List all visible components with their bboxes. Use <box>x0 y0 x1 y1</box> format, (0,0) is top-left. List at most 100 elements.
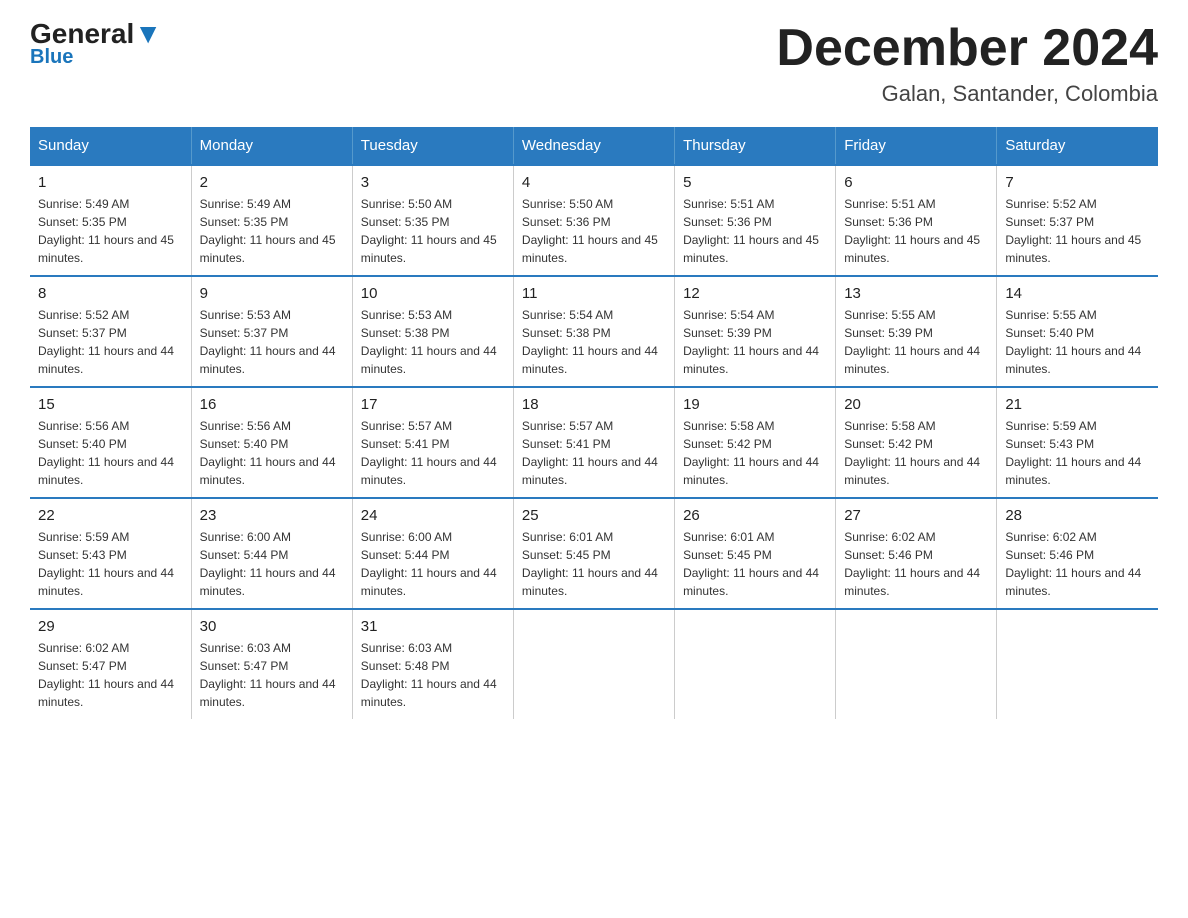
calendar-week-row: 29 Sunrise: 6:02 AMSunset: 5:47 PMDayligh… <box>30 609 1158 719</box>
table-row: 11 Sunrise: 5:54 AMSunset: 5:38 PMDayligh… <box>513 276 674 387</box>
day-number: 15 <box>38 396 183 413</box>
day-number: 22 <box>38 507 183 524</box>
day-info: Sunrise: 5:57 AMSunset: 5:41 PMDaylight:… <box>522 417 666 489</box>
day-number: 11 <box>522 285 666 302</box>
table-row: 14 Sunrise: 5:55 AMSunset: 5:40 PMDayligh… <box>997 276 1158 387</box>
table-row: 26Sunrise: 6:01 AMSunset: 5:45 PMDayligh… <box>675 498 836 609</box>
day-number: 9 <box>200 285 344 302</box>
logo-triangle-icon: ▼ <box>134 18 162 49</box>
day-number: 25 <box>522 507 666 524</box>
day-number: 19 <box>683 396 827 413</box>
table-row: 28 Sunrise: 6:02 AMSunset: 5:46 PMDayligh… <box>997 498 1158 609</box>
table-row: 24 Sunrise: 6:00 AMSunset: 5:44 PMDayligh… <box>352 498 513 609</box>
day-info: Sunrise: 5:54 AMSunset: 5:39 PMDaylight:… <box>683 306 827 378</box>
day-info: Sunrise: 5:49 AMSunset: 5:35 PMDaylight:… <box>200 195 344 267</box>
day-info: Sunrise: 5:55 AMSunset: 5:40 PMDaylight:… <box>1005 306 1150 378</box>
table-row: 8 Sunrise: 5:52 AMSunset: 5:37 PMDaylight… <box>30 276 191 387</box>
table-row: 2Sunrise: 5:49 AMSunset: 5:35 PMDaylight… <box>191 165 352 276</box>
calendar-week-row: 15 Sunrise: 5:56 AMSunset: 5:40 PMDayligh… <box>30 387 1158 498</box>
calendar-location: Galan, Santander, Colombia <box>776 81 1158 107</box>
day-number: 28 <box>1005 507 1150 524</box>
day-number: 23 <box>200 507 344 524</box>
day-info: Sunrise: 5:53 AMSunset: 5:37 PMDaylight:… <box>200 306 344 378</box>
day-info: Sunrise: 5:52 AMSunset: 5:37 PMDaylight:… <box>1005 195 1150 267</box>
day-number: 10 <box>361 285 505 302</box>
day-info: Sunrise: 5:49 AMSunset: 5:35 PMDaylight:… <box>38 195 183 267</box>
table-row: 20 Sunrise: 5:58 AMSunset: 5:42 PMDayligh… <box>836 387 997 498</box>
calendar-table: Sunday Monday Tuesday Wednesday Thursday… <box>30 127 1158 719</box>
day-info: Sunrise: 5:53 AMSunset: 5:38 PMDaylight:… <box>361 306 505 378</box>
day-info: Sunrise: 6:02 AMSunset: 5:46 PMDaylight:… <box>1005 528 1150 600</box>
calendar-title: December 2024 <box>776 20 1158 77</box>
title-block: December 2024 Galan, Santander, Colombia <box>776 20 1158 107</box>
day-info: Sunrise: 5:56 AMSunset: 5:40 PMDaylight:… <box>200 417 344 489</box>
table-row <box>836 609 997 719</box>
day-number: 29 <box>38 618 183 635</box>
day-info: Sunrise: 5:59 AMSunset: 5:43 PMDaylight:… <box>1005 417 1150 489</box>
day-info: Sunrise: 5:55 AMSunset: 5:39 PMDaylight:… <box>844 306 988 378</box>
calendar-week-row: 22 Sunrise: 5:59 AMSunset: 5:43 PMDayligh… <box>30 498 1158 609</box>
day-number: 8 <box>38 285 183 302</box>
col-wednesday: Wednesday <box>513 127 674 165</box>
table-row: 6 Sunrise: 5:51 AMSunset: 5:36 PMDaylight… <box>836 165 997 276</box>
table-row: 27 Sunrise: 6:02 AMSunset: 5:46 PMDayligh… <box>836 498 997 609</box>
day-info: Sunrise: 5:59 AMSunset: 5:43 PMDaylight:… <box>38 528 183 600</box>
table-row <box>997 609 1158 719</box>
day-number: 20 <box>844 396 988 413</box>
day-info: Sunrise: 6:02 AMSunset: 5:47 PMDaylight:… <box>38 639 183 711</box>
table-row: 7Sunrise: 5:52 AMSunset: 5:37 PMDaylight… <box>997 165 1158 276</box>
day-number: 17 <box>361 396 505 413</box>
day-info: Sunrise: 6:01 AMSunset: 5:45 PMDaylight:… <box>683 528 827 600</box>
calendar-week-row: 8 Sunrise: 5:52 AMSunset: 5:37 PMDaylight… <box>30 276 1158 387</box>
day-info: Sunrise: 5:50 AMSunset: 5:36 PMDaylight:… <box>522 195 666 267</box>
day-info: Sunrise: 5:56 AMSunset: 5:40 PMDaylight:… <box>38 417 183 489</box>
day-number: 27 <box>844 507 988 524</box>
day-number: 24 <box>361 507 505 524</box>
table-row: 29 Sunrise: 6:02 AMSunset: 5:47 PMDayligh… <box>30 609 191 719</box>
table-row: 4 Sunrise: 5:50 AMSunset: 5:36 PMDaylight… <box>513 165 674 276</box>
table-row: 5 Sunrise: 5:51 AMSunset: 5:36 PMDaylight… <box>675 165 836 276</box>
day-number: 30 <box>200 618 344 635</box>
table-row: 22 Sunrise: 5:59 AMSunset: 5:43 PMDayligh… <box>30 498 191 609</box>
day-number: 6 <box>844 174 988 191</box>
day-info: Sunrise: 5:50 AMSunset: 5:35 PMDaylight:… <box>361 195 505 267</box>
day-info: Sunrise: 5:52 AMSunset: 5:37 PMDaylight:… <box>38 306 183 378</box>
day-info: Sunrise: 5:54 AMSunset: 5:38 PMDaylight:… <box>522 306 666 378</box>
day-number: 12 <box>683 285 827 302</box>
table-row: 10 Sunrise: 5:53 AMSunset: 5:38 PMDayligh… <box>352 276 513 387</box>
col-monday: Monday <box>191 127 352 165</box>
table-row: 3 Sunrise: 5:50 AMSunset: 5:35 PMDaylight… <box>352 165 513 276</box>
day-number: 14 <box>1005 285 1150 302</box>
day-info: Sunrise: 5:51 AMSunset: 5:36 PMDaylight:… <box>683 195 827 267</box>
day-info: Sunrise: 5:58 AMSunset: 5:42 PMDaylight:… <box>844 417 988 489</box>
day-info: Sunrise: 6:03 AMSunset: 5:48 PMDaylight:… <box>361 639 505 711</box>
table-row: 17Sunrise: 5:57 AMSunset: 5:41 PMDayligh… <box>352 387 513 498</box>
table-row: 1Sunrise: 5:49 AMSunset: 5:35 PMDaylight… <box>30 165 191 276</box>
table-row: 30 Sunrise: 6:03 AMSunset: 5:47 PMDayligh… <box>191 609 352 719</box>
logo-blue-text: Blue <box>30 46 73 69</box>
day-number: 3 <box>361 174 505 191</box>
col-tuesday: Tuesday <box>352 127 513 165</box>
col-thursday: Thursday <box>675 127 836 165</box>
day-number: 5 <box>683 174 827 191</box>
day-info: Sunrise: 6:01 AMSunset: 5:45 PMDaylight:… <box>522 528 666 600</box>
day-number: 18 <box>522 396 666 413</box>
calendar-header-row: Sunday Monday Tuesday Wednesday Thursday… <box>30 127 1158 165</box>
logo: General▼ Blue <box>30 20 162 69</box>
day-info: Sunrise: 5:51 AMSunset: 5:36 PMDaylight:… <box>844 195 988 267</box>
table-row: 25 Sunrise: 6:01 AMSunset: 5:45 PMDayligh… <box>513 498 674 609</box>
day-number: 13 <box>844 285 988 302</box>
day-number: 4 <box>522 174 666 191</box>
day-info: Sunrise: 6:03 AMSunset: 5:47 PMDaylight:… <box>200 639 344 711</box>
table-row: 9 Sunrise: 5:53 AMSunset: 5:37 PMDaylight… <box>191 276 352 387</box>
day-number: 21 <box>1005 396 1150 413</box>
day-info: Sunrise: 6:00 AMSunset: 5:44 PMDaylight:… <box>200 528 344 600</box>
page-header: General▼ Blue December 2024 Galan, Santa… <box>30 20 1158 107</box>
table-row <box>513 609 674 719</box>
day-info: Sunrise: 6:02 AMSunset: 5:46 PMDaylight:… <box>844 528 988 600</box>
table-row <box>675 609 836 719</box>
table-row: 13 Sunrise: 5:55 AMSunset: 5:39 PMDayligh… <box>836 276 997 387</box>
col-friday: Friday <box>836 127 997 165</box>
day-info: Sunrise: 5:58 AMSunset: 5:42 PMDaylight:… <box>683 417 827 489</box>
day-info: Sunrise: 6:00 AMSunset: 5:44 PMDaylight:… <box>361 528 505 600</box>
